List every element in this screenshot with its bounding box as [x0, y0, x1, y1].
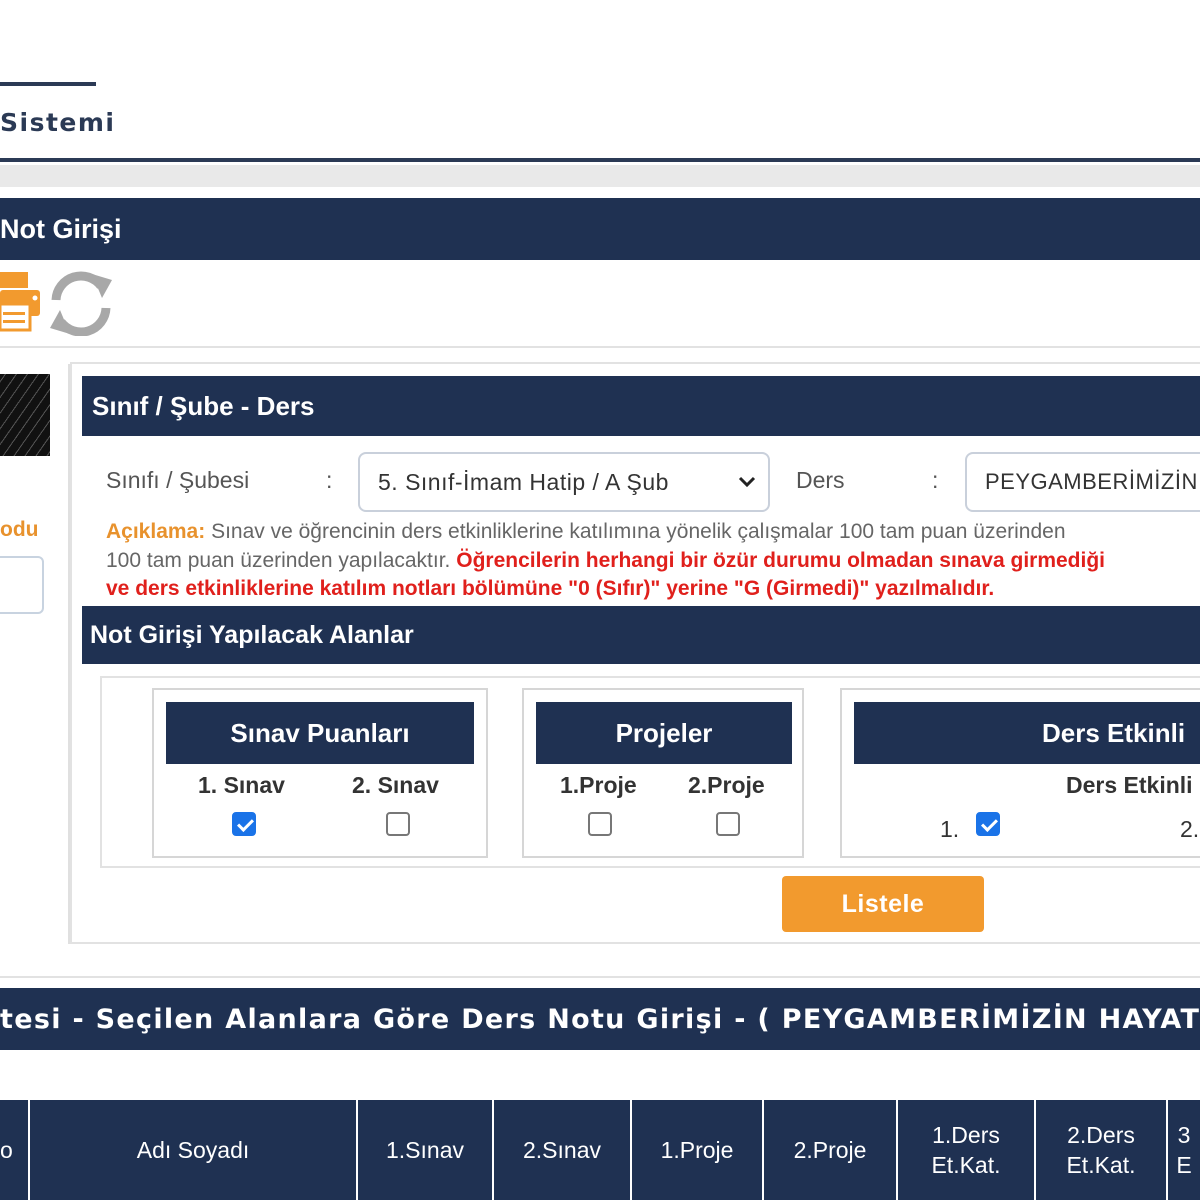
th-exam-1: 1.Sınav — [358, 1100, 494, 1200]
activity-2-label: 2. — [1180, 816, 1200, 842]
th-exam-2: 2.Sınav — [494, 1100, 632, 1200]
exam-scores-header: Sınav Puanları — [166, 702, 474, 764]
fields-title: Not Girişi Yapılacak Alanlar — [90, 620, 414, 649]
class-colon: : — [326, 467, 333, 493]
toolbar-divider — [0, 346, 1200, 348]
class-select[interactable]: 5. Sınıf-İmam Hatip / A Şub — [358, 452, 770, 512]
projects-title: Projeler — [615, 717, 713, 748]
class-section-title: Sınıf / Şube - Ders — [92, 390, 315, 421]
note-text-2: 100 tam puan üzerinden yapılacaktır. — [106, 549, 451, 572]
project-1-checkbox[interactable] — [588, 812, 612, 836]
note-text-1: Sınav ve öğrencinin ders etkinliklerine … — [211, 520, 1066, 543]
exam-1-label: 1. Sınav — [198, 772, 285, 798]
class-select-value: 5. Sınıf-İmam Hatip / A Şub — [378, 468, 669, 495]
exam-2-checkbox[interactable] — [386, 812, 410, 836]
th-no: o — [0, 1100, 30, 1200]
activities-title: Ders Etkinli — [1042, 717, 1186, 748]
projects-header: Projeler — [536, 702, 792, 764]
projects-group: Projeler 1.Proje 2.Proje — [522, 688, 804, 858]
th-activity-3: 3 E — [1168, 1100, 1200, 1200]
th-name: Adı Soyadı — [30, 1100, 358, 1200]
section-divider — [0, 976, 1200, 978]
th-activity-1: 1.Ders Et.Kat. — [898, 1100, 1036, 1200]
th-project-1: 1.Proje — [632, 1100, 764, 1200]
student-photo — [0, 374, 50, 456]
th-project-2: 2.Proje — [764, 1100, 898, 1200]
class-label: Sınıfı / Şubesi — [106, 467, 250, 493]
header-underline — [0, 82, 96, 86]
left-field-label: odu — [0, 518, 39, 541]
left-input[interactable] — [0, 556, 44, 614]
page-title: Not Girişi — [0, 213, 122, 244]
list-button[interactable]: Listele — [782, 876, 984, 932]
grade-entry-title: tesi - Seçilen Alanlara Göre Ders Notu G… — [0, 1003, 1200, 1035]
grades-table-header: o Adı Soyadı 1.Sınav 2.Sınav 1.Proje 2.P… — [0, 1100, 1200, 1200]
exam-scores-title: Sınav Puanları — [230, 717, 410, 748]
project-1-label: 1.Proje — [560, 772, 637, 798]
exam-1-checkbox[interactable] — [232, 812, 256, 836]
note-line-2: 100 tam puan üzerinden yapılacaktır. Öğr… — [106, 549, 1105, 573]
header-rule — [0, 158, 1200, 162]
exam-2-label: 2. Sınav — [352, 772, 439, 798]
page-title-bar: Not Girişi — [0, 198, 1200, 260]
grade-entry-bar: tesi - Seçilen Alanlara Göre Ders Notu G… — [0, 988, 1200, 1050]
project-2-checkbox[interactable] — [716, 812, 740, 836]
exam-scores-group: Sınav Puanları 1. Sınav 2. Sınav — [152, 688, 488, 858]
system-title: Sistemi — [0, 108, 116, 137]
note-warning-2: Öğrencilerin herhangi bir özür durumu ol… — [456, 549, 1106, 572]
note-line-1: Açıklama: Sınav ve öğrencinin ders etkin… — [106, 520, 1066, 544]
note-prefix: Açıklama: — [106, 520, 206, 543]
chevron-down-icon — [736, 470, 758, 492]
note-warning-3: ve ders etkinliklerine katılım notları b… — [106, 577, 995, 600]
class-section-bar: Sınıf / Şube - Ders — [82, 376, 1200, 436]
activities-header: Ders Etkinli — [854, 702, 1200, 764]
course-field[interactable]: PEYGAMBERİMİZİN — [965, 452, 1200, 512]
activity-1-checkbox[interactable] — [976, 812, 1000, 836]
fields-bar: Not Girişi Yapılacak Alanlar — [82, 606, 1200, 664]
activities-subtitle: Ders Etkinli — [1066, 772, 1193, 798]
project-2-label: 2.Proje — [688, 772, 765, 798]
th-activity-2: 2.Ders Et.Kat. — [1036, 1100, 1168, 1200]
refresh-icon[interactable] — [46, 270, 116, 337]
course-value: PEYGAMBERİMİZİN — [985, 469, 1198, 494]
activities-group: Ders Etkinli Ders Etkinli 1. 2. — [840, 688, 1200, 858]
activity-1-label: 1. — [940, 816, 960, 842]
printer-icon[interactable] — [0, 270, 44, 336]
gray-strip — [0, 165, 1200, 187]
course-label: Ders — [796, 467, 845, 493]
course-colon: : — [932, 467, 939, 493]
